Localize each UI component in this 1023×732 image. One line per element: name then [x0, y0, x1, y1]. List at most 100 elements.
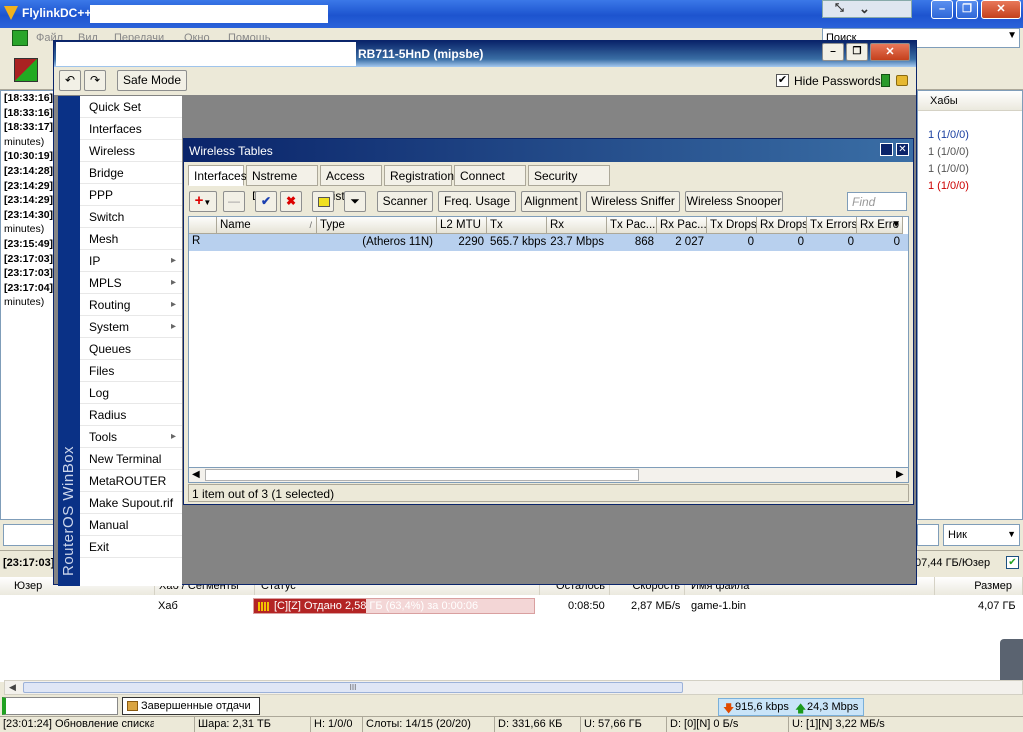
undo-button[interactable]: ↶ — [59, 70, 81, 91]
menu-item-tools[interactable]: Tools ▸ — [80, 426, 182, 448]
menu-item-queues[interactable]: Queues — [80, 338, 182, 360]
scanner-button[interactable]: Scanner — [377, 191, 433, 212]
flylink-close-button[interactable]: ✕ — [981, 0, 1021, 19]
scroll-left-icon[interactable]: ◀ — [9, 682, 16, 693]
menu-item-interfaces[interactable]: Interfaces — [80, 118, 182, 140]
tab-connect-list[interactable]: Connect List — [454, 165, 526, 203]
col-tx[interactable]: Tx — [487, 217, 547, 234]
tab-interfaces[interactable]: Interfaces — [188, 165, 247, 186]
col-label: Rx — [550, 219, 565, 231]
winbox-maximize-button[interactable]: ❐ — [846, 43, 868, 61]
menu-item-system[interactable]: System ▸ — [80, 316, 182, 338]
wireless-sniffer-button[interactable]: Wireless Sniffer — [586, 191, 680, 212]
wt-scroll-left-icon[interactable]: ◀ — [192, 469, 200, 480]
col-txpac[interactable]: Tx Pac... — [607, 217, 657, 234]
flylink-minimize-button[interactable]: – — [931, 0, 953, 19]
wt-hscroll[interactable]: ◀ ▶ — [188, 467, 909, 483]
menu-item-mpls[interactable]: MPLS ▸ — [80, 272, 182, 294]
menu-item-radius[interactable]: Radius — [80, 404, 182, 426]
scroll-thumb[interactable]: III — [23, 682, 683, 693]
alignment-button[interactable]: Alignment — [521, 191, 581, 212]
menu-item-ppp[interactable]: PPP — [80, 184, 182, 206]
disable-button[interactable]: ✖ — [280, 191, 302, 212]
wireless-tables-titlebar[interactable]: Wireless Tables ✕ — [184, 139, 913, 162]
chevron-down-icon[interactable]: ⌄ — [859, 1, 870, 17]
chat-input[interactable] — [3, 524, 55, 546]
tab-blank[interactable] — [2, 697, 118, 715]
menu-item-wireless[interactable]: Wireless — [80, 140, 182, 162]
nick-select[interactable]: Ник ▼ — [943, 524, 1020, 546]
menu-item-metarouter[interactable]: MetaROUTER — [80, 470, 182, 492]
flylink-titlebar: FlylinkDC++ ⤡ ⌄ – ❐ ✕ — [0, 0, 1023, 28]
tab-registration[interactable]: Registration — [384, 165, 454, 186]
hubs-header[interactable]: Хабы — [918, 91, 1022, 111]
table-row[interactable]: Хаб [C][Z] Отдано 2,58 ГБ (63,4%) за 0:0… — [0, 597, 1023, 615]
chat-input-right[interactable] — [917, 524, 939, 546]
find-placeholder: Find — [852, 195, 876, 209]
status-share: Шара: 2,31 ТБ — [194, 717, 304, 732]
speed-indicators: 🡇 915,6 kbps 🡅 24,3 Mbps — [718, 698, 864, 716]
col-flag[interactable] — [189, 217, 217, 234]
wt-scroll-thumb[interactable] — [205, 469, 639, 481]
wt-close-button[interactable]: ✕ — [896, 143, 909, 156]
chat-panel: [18:33:16] [18:33:16] [18:33:17] minutes) [1… — [0, 90, 55, 520]
col-type[interactable]: Type — [317, 217, 437, 234]
signal-bars-icon — [258, 602, 270, 611]
menu-item-new-terminal[interactable]: New Terminal — [80, 448, 182, 470]
menu-item-routing[interactable]: Routing ▸ — [80, 294, 182, 316]
col-txdrops[interactable]: Tx Drops — [707, 217, 757, 234]
status-green-icon — [881, 74, 890, 87]
add-button[interactable]: +▼ — [189, 191, 217, 212]
menu-item-log[interactable]: Log — [80, 382, 182, 404]
find-input[interactable]: Find — [847, 192, 907, 211]
comment-button[interactable] — [312, 191, 334, 212]
menu-item-make-supout-rif[interactable]: Make Supout.rif — [80, 492, 182, 514]
winbox-close-button[interactable]: ✕ — [870, 43, 910, 61]
search-dropdown-icon[interactable]: ▼ — [1007, 30, 1017, 41]
tab-access-list[interactable]: Access List — [320, 165, 382, 203]
tab-security-profiles[interactable]: Security Profiles — [528, 165, 610, 203]
redo-button[interactable]: ↷ — [84, 70, 106, 91]
col-rxdrops[interactable]: Rx Drops — [757, 217, 807, 234]
horizontal-scrollbar[interactable]: ◀ III — [4, 680, 1023, 695]
enable-button[interactable]: ✔ — [255, 191, 277, 212]
menu-item-files[interactable]: Files — [80, 360, 182, 382]
wt-scroll-right-icon[interactable]: ▶ — [896, 469, 904, 480]
menu-item-manual[interactable]: Manual — [80, 514, 182, 536]
toolbar-connect-icon[interactable] — [14, 58, 38, 82]
col-name[interactable]: Name / — [217, 217, 317, 234]
safe-mode-button[interactable]: Safe Mode — [117, 70, 187, 91]
winbox-minimize-button[interactable]: – — [822, 43, 844, 61]
filter-button[interactable]: ⏷ — [344, 191, 366, 212]
col-rxpac[interactable]: Rx Pac... — [657, 217, 707, 234]
flylink-maximize-button[interactable]: ❐ — [956, 0, 978, 19]
wt-maximize-button[interactable] — [880, 143, 893, 156]
menu-item-bridge[interactable]: Bridge — [80, 162, 182, 184]
menu-item-switch[interactable]: Switch — [80, 206, 182, 228]
col-l2mtu[interactable]: L2 MTU — [437, 217, 487, 234]
chat-line: [23:14:28] — [4, 164, 54, 177]
tab-nstreme-dual[interactable]: Nstreme Dual — [246, 165, 318, 203]
col-size[interactable]: Размер — [935, 577, 1023, 595]
cell-rxpac: 2 027 — [675, 236, 704, 248]
remove-button[interactable]: — — [223, 191, 245, 212]
tab-finished-uploads[interactable]: Завершенные отдачи — [122, 697, 260, 715]
menu-item-quick-set[interactable]: Quick Set — [80, 96, 182, 118]
winbox-sidebar-brand: RouterOS WinBox — [58, 96, 80, 586]
menu-item-mesh[interactable]: Mesh — [80, 228, 182, 250]
winbox-titlebar[interactable]: RB711-5HnD (mipsbe) – ❐ ✕ — [54, 41, 916, 67]
status-dn: D: [0][N] 0 Б/s — [666, 717, 786, 732]
menu-item-exit[interactable]: Exit — [80, 536, 182, 558]
menu-item-ip[interactable]: IP ▸ — [80, 250, 182, 272]
wireless-snooper-button[interactable]: Wireless Snooper — [685, 191, 783, 212]
side-widget-icon[interactable] — [1000, 639, 1023, 684]
col-txerrors[interactable]: Tx Errors — [807, 217, 857, 234]
freq-usage-button[interactable]: Freq. Usage — [438, 191, 516, 212]
column-menu-icon[interactable]: ▼ — [891, 217, 901, 233]
resize-icon[interactable]: ⤡ — [835, 2, 844, 15]
hide-passwords-checkbox[interactable]: ✔ — [776, 74, 789, 87]
table-row[interactable]: R (Atheros 11N) 2290 565.7 kbps 23.7 Mbps 868… — [189, 234, 908, 251]
col-rx[interactable]: Rx — [547, 217, 607, 234]
chat-checkbox[interactable]: ✔ — [1006, 556, 1019, 569]
col-rxerrors[interactable]: Rx Erro ▼ — [857, 217, 903, 234]
